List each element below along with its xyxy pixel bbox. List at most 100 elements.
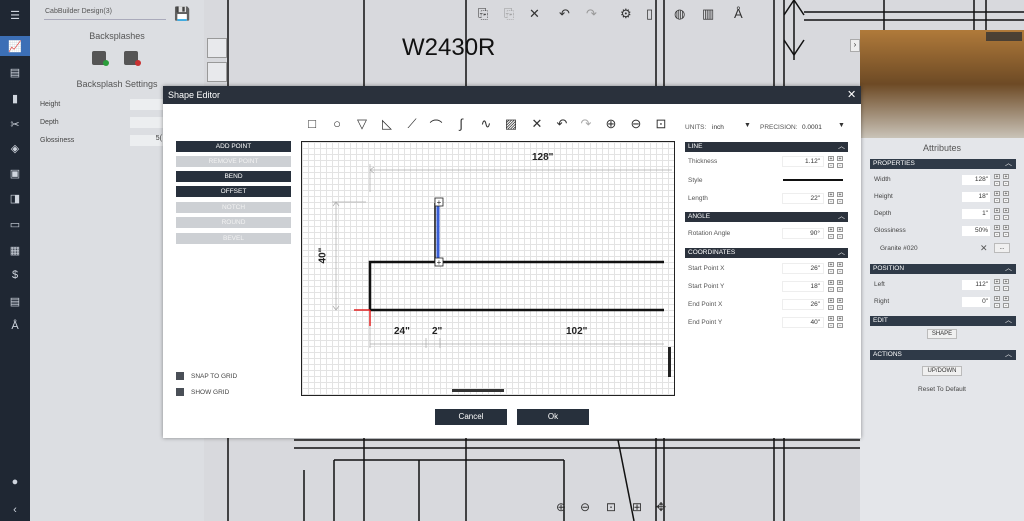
minus-icon[interactable]: - bbox=[837, 163, 843, 169]
redo-icon[interactable]: ↷ bbox=[586, 6, 597, 22]
plus-icon[interactable]: + bbox=[1003, 208, 1009, 214]
zoom-in-icon[interactable]: ⊕ bbox=[556, 500, 566, 514]
minus-icon[interactable]: - bbox=[828, 163, 834, 169]
shape-grid-canvas[interactable]: + + 128" 40" 24" 2" 102" bbox=[301, 141, 675, 396]
layers-icon[interactable]: ◈ bbox=[7, 140, 23, 156]
minus-icon[interactable]: - bbox=[837, 305, 843, 311]
settings-icon[interactable]: ⚙ bbox=[620, 6, 632, 22]
plus-icon[interactable]: + bbox=[828, 298, 834, 304]
tools-icon[interactable]: ✂ bbox=[7, 116, 23, 132]
width-input[interactable]: 128" bbox=[962, 175, 990, 185]
plus-icon[interactable]: + bbox=[994, 191, 1000, 197]
plus-icon[interactable]: + bbox=[1003, 225, 1009, 231]
minus-icon[interactable]: - bbox=[828, 269, 834, 275]
start-y-input[interactable]: 18" bbox=[782, 281, 824, 292]
depth-input[interactable]: 1" bbox=[962, 209, 990, 219]
ok-button[interactable]: Ok bbox=[517, 409, 589, 425]
chevron-up-icon[interactable]: ︿ bbox=[1005, 263, 1012, 273]
book-icon[interactable]: ▮ bbox=[7, 90, 23, 106]
close-icon[interactable]: ✕ bbox=[847, 88, 856, 101]
minus-icon[interactable]: - bbox=[994, 198, 1000, 204]
image-tool-icon[interactable]: ▨ bbox=[503, 116, 519, 132]
plus-icon[interactable]: + bbox=[828, 280, 834, 286]
line-tool-icon[interactable]: ⟋ bbox=[404, 116, 420, 132]
delete-shape-icon[interactable]: ✕ bbox=[529, 116, 545, 132]
cabinet-icon[interactable]: ◨ bbox=[7, 190, 23, 206]
save-icon[interactable]: 💾 bbox=[174, 6, 190, 22]
zoom-fit-icon[interactable]: ⊡ bbox=[653, 116, 669, 132]
plus-icon[interactable]: + bbox=[837, 316, 843, 322]
properties-header[interactable]: PROPERTIES bbox=[870, 159, 1016, 169]
precision-select[interactable]: 0.0001 bbox=[802, 124, 822, 131]
rotation-input[interactable]: 90° bbox=[782, 228, 824, 239]
chart-icon[interactable]: 📈 bbox=[0, 36, 30, 56]
minus-icon[interactable]: - bbox=[837, 287, 843, 293]
redo-icon[interactable]: ↷ bbox=[578, 116, 594, 132]
zoom-fit-icon[interactable]: ⊡ bbox=[606, 500, 616, 514]
quarter-circle-tool-icon[interactable]: ◺ bbox=[379, 116, 395, 132]
plus-icon[interactable]: + bbox=[1003, 279, 1009, 285]
minus-icon[interactable]: - bbox=[837, 269, 843, 275]
wall-icon[interactable]: ▥ bbox=[702, 6, 714, 22]
minus-icon[interactable]: - bbox=[994, 215, 1000, 221]
box-icon[interactable]: ▣ bbox=[7, 165, 23, 181]
arc-tool-icon[interactable]: ⌒ bbox=[428, 116, 444, 135]
measure-icon[interactable]: Å bbox=[734, 6, 743, 21]
plus-icon[interactable]: + bbox=[1003, 174, 1009, 180]
door-tool-icon[interactable] bbox=[207, 62, 227, 82]
rectangle-tool-icon[interactable]: □ bbox=[304, 116, 320, 131]
undo-icon[interactable]: ↶ bbox=[554, 116, 570, 132]
chevron-down-icon[interactable]: ▼ bbox=[744, 122, 751, 129]
door-icon[interactable]: ▯ bbox=[646, 6, 653, 22]
minus-icon[interactable]: - bbox=[1003, 232, 1009, 238]
zoom-all-icon[interactable]: ⊞ bbox=[632, 500, 642, 514]
minus-icon[interactable]: - bbox=[828, 323, 834, 329]
plus-icon[interactable]: + bbox=[828, 227, 834, 233]
minus-icon[interactable]: - bbox=[828, 199, 834, 205]
menu-icon[interactable]: ☰ bbox=[7, 7, 23, 23]
minus-icon[interactable]: - bbox=[828, 305, 834, 311]
minus-icon[interactable]: - bbox=[1003, 286, 1009, 292]
minus-icon[interactable]: - bbox=[994, 303, 1000, 309]
chevron-down-icon[interactable]: ▼ bbox=[838, 122, 845, 129]
plus-icon[interactable]: + bbox=[994, 279, 1000, 285]
angle-header[interactable]: ANGLE bbox=[685, 212, 848, 222]
thickness-input[interactable]: 1.12" bbox=[782, 156, 824, 167]
round-button[interactable]: ROUND bbox=[176, 217, 291, 228]
chevron-up-icon[interactable]: ︿ bbox=[838, 211, 845, 221]
plus-icon[interactable]: + bbox=[837, 262, 843, 268]
remove-point-button[interactable]: REMOVE POINT bbox=[176, 156, 291, 167]
zoom-in-icon[interactable]: ⊕ bbox=[603, 116, 619, 132]
plus-icon[interactable]: + bbox=[1003, 191, 1009, 197]
minus-icon[interactable]: - bbox=[994, 181, 1000, 187]
3d-preview[interactable] bbox=[860, 30, 1024, 138]
position-header[interactable]: POSITION bbox=[870, 264, 1016, 274]
notch-button[interactable]: NOTCH bbox=[176, 202, 291, 213]
curve-tool-icon[interactable]: ∫ bbox=[453, 116, 469, 131]
line-style-select[interactable] bbox=[783, 179, 843, 181]
bend-button[interactable]: BEND bbox=[176, 171, 291, 182]
plus-icon[interactable]: + bbox=[837, 192, 843, 198]
minus-icon[interactable]: - bbox=[828, 234, 834, 240]
glossiness-input[interactable]: 5( bbox=[130, 135, 164, 146]
edit-header[interactable]: EDIT bbox=[870, 316, 1016, 326]
actions-header[interactable]: ACTIONS bbox=[870, 350, 1016, 360]
show-grid-checkbox[interactable] bbox=[176, 388, 184, 396]
delete-icon[interactable]: ✕ bbox=[529, 6, 540, 22]
cancel-button[interactable]: Cancel bbox=[435, 409, 507, 425]
panel-icon[interactable]: ▭ bbox=[7, 216, 23, 232]
minus-icon[interactable]: - bbox=[1003, 215, 1009, 221]
plus-icon[interactable]: + bbox=[828, 316, 834, 322]
collapse-icon[interactable]: ‹ bbox=[7, 502, 23, 518]
minus-icon[interactable]: - bbox=[1003, 303, 1009, 309]
chevron-up-icon[interactable]: ︿ bbox=[1005, 349, 1012, 359]
start-x-input[interactable]: 26" bbox=[782, 263, 824, 274]
report-icon[interactable]: ▤ bbox=[7, 293, 23, 309]
globe-icon[interactable]: ◍ bbox=[674, 6, 685, 22]
plus-icon[interactable]: + bbox=[994, 296, 1000, 302]
chevron-up-icon[interactable]: ︿ bbox=[1005, 315, 1012, 325]
glossiness-input[interactable]: 50% bbox=[962, 226, 990, 236]
compass-icon[interactable]: Å bbox=[7, 318, 23, 334]
reset-to-default-link[interactable]: Reset To Default bbox=[860, 386, 1024, 393]
document-icon[interactable]: ▤ bbox=[7, 64, 23, 80]
